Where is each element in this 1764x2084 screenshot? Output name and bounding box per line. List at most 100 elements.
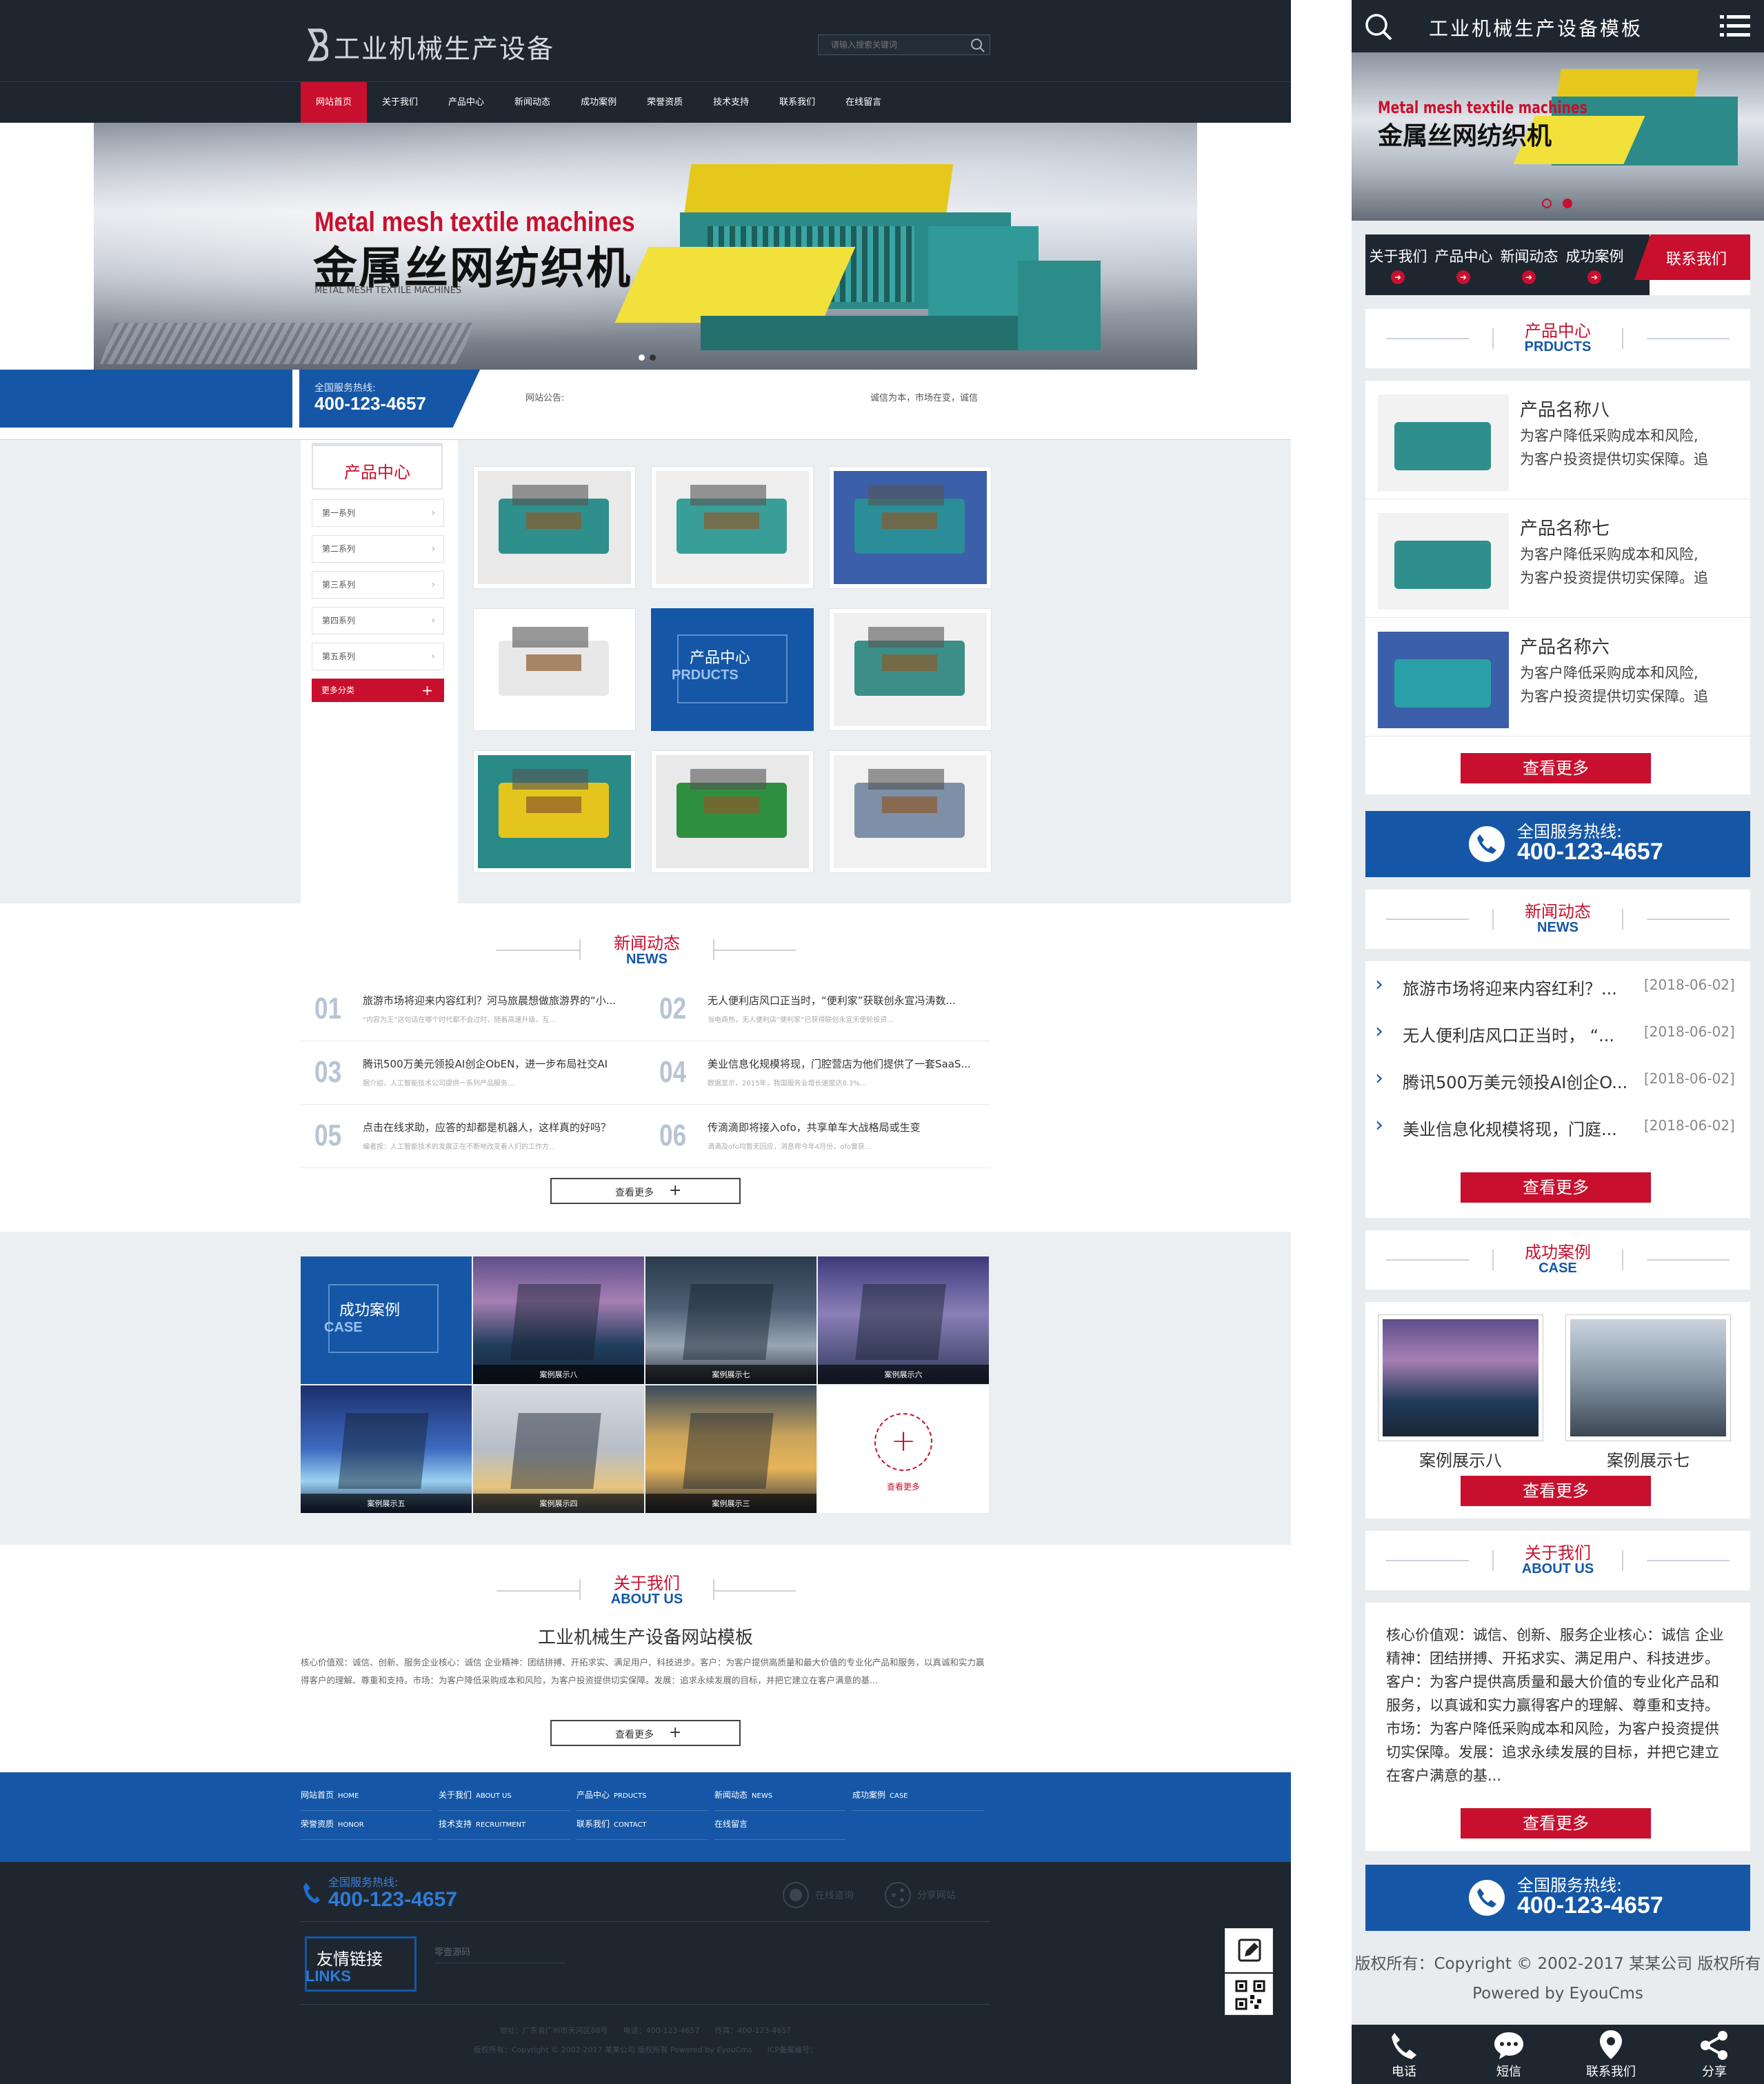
news-item-5[interactable]: 05 点击在线求助，应答的却都是机器人，这样真的好吗？ 编者按：人工智能技术的发展正…	[301, 1105, 645, 1168]
mobile-nav-item-2[interactable]: 新闻动态 ➜	[1496, 234, 1562, 295]
nav-item-8[interactable]: 在线留言	[830, 82, 896, 123]
case-more-tile[interactable]: + 查看更多	[818, 1385, 989, 1513]
mobile-bottom-sms-label[interactable]: 短信	[1467, 2062, 1550, 2080]
online-chat-icon[interactable]	[782, 1881, 810, 1909]
floating-qrcode[interactable]	[1225, 1974, 1273, 2015]
product-thumb-3[interactable]	[829, 466, 992, 589]
mobile-news-more-button[interactable]: 查看更多	[1461, 1172, 1651, 1203]
news-item-3[interactable]: 03 腾讯500万美元领投AI创企ObEN，进一步布局社交AI 据介绍，人工智能技术…	[301, 1041, 645, 1105]
case-item-1[interactable]: 案例展示八	[473, 1256, 644, 1384]
case-item-4[interactable]: 案例展示五	[301, 1385, 472, 1513]
news-title[interactable]: 点击在线求助，应答的却都是机器人，这样真的好吗？	[363, 1120, 639, 1134]
news-title[interactable]: 传滴滴即将接入ofo，共享单车大战格局或生变	[708, 1120, 983, 1134]
share-icon[interactable]	[1699, 2030, 1730, 2061]
mobile-news-item-1[interactable]: › 旅游市场将迎来内容红利？... [2018-06-02]	[1365, 961, 1750, 1008]
news-more-button[interactable]: 查看更多 +	[550, 1178, 741, 1204]
mobile-case-1-label[interactable]: 案例展示八	[1378, 1447, 1543, 1471]
footer-link-6[interactable]: 技术支持 RECRUITMENT	[439, 1818, 570, 1840]
product-center-tile[interactable]: 产品中心 PRDUCTS	[651, 608, 814, 731]
mobile-product-2[interactable]: 产品名称七 为客户降低采购成本和风险, 为客户投资提供切实保障。追	[1365, 499, 1750, 618]
product-thumb-7[interactable]	[473, 750, 636, 873]
more-categories-button[interactable]: 更多分类 +	[312, 679, 444, 702]
product-thumb-2[interactable]	[651, 466, 814, 589]
mobile-news-item-4[interactable]: › 美业信息化规模将现，门庭... [2018-06-02]	[1365, 1102, 1750, 1149]
mobile-contact-button[interactable]: 联系我们	[1634, 234, 1750, 280]
mobile-menu-icon[interactable]	[1720, 14, 1750, 39]
mobile-product-name[interactable]: 产品名称八	[1520, 396, 1610, 421]
mobile-banner-dot-1[interactable]	[1542, 199, 1552, 208]
mobile-nav-item-0[interactable]: 关于我们 ➜	[1365, 234, 1431, 295]
mobile-about-more-button[interactable]: 查看更多	[1461, 1808, 1651, 1838]
case-item-3[interactable]: 案例展示六	[818, 1256, 989, 1384]
category-item-1[interactable]: 第一系列 ›	[312, 499, 444, 527]
product-thumb-6[interactable]	[829, 608, 992, 731]
mobile-bottom-contact-label[interactable]: 联系我们	[1570, 2062, 1652, 2080]
nav-item-0[interactable]: 网站首页	[301, 82, 368, 123]
mobile-product-name[interactable]: 产品名称六	[1520, 633, 1610, 659]
news-item-2[interactable]: 02 无人便利店风口正当时，“便利家”获联创永宣冯涛数... 当电商热，无人便利店“…	[645, 978, 990, 1041]
nav-item-4[interactable]: 成功案例	[565, 82, 632, 123]
mobile-bottom-share-label[interactable]: 分享	[1673, 2062, 1756, 2080]
online-chat-label[interactable]: 在线咨询	[815, 1888, 854, 1902]
footer-link-4[interactable]: 成功案例 CASE	[852, 1789, 983, 1811]
category-item-5[interactable]: 第五系列 ›	[312, 643, 444, 670]
mobile-nav-item-1[interactable]: 产品中心 ➜	[1431, 234, 1496, 295]
sms-icon[interactable]	[1492, 2030, 1525, 2061]
floating-edit-button[interactable]	[1225, 1928, 1273, 1972]
mobile-news-title[interactable]: 腾讯500万美元领投AI创企O...	[1403, 1069, 1637, 1093]
news-title[interactable]: 腾讯500万美元领投AI创企ObEN，进一步布局社交AI	[363, 1056, 639, 1071]
category-item-4[interactable]: 第四系列 ›	[312, 607, 444, 634]
nav-item-6[interactable]: 技术支持	[698, 82, 764, 123]
mobile-news-item-2[interactable]: › 无人便利店风口正当时， “... [2018-06-02]	[1365, 1008, 1750, 1055]
banner-slide[interactable]: Metal mesh textile machines 金属丝网纺织机 META…	[94, 123, 1197, 378]
banner-dot-1[interactable]	[639, 354, 645, 361]
news-item-6[interactable]: 06 传滴滴即将接入ofo，共享单车大战格局或生变 滴滴及ofo均暂无回应，消息称今…	[645, 1105, 990, 1168]
share-label[interactable]: 分享网站	[917, 1888, 956, 1902]
footer-link-7[interactable]: 联系我们 CONTACT	[577, 1818, 708, 1840]
mobile-search-icon[interactable]	[1364, 12, 1393, 41]
product-thumb-4[interactable]	[473, 608, 636, 731]
about-more-button[interactable]: 查看更多 +	[550, 1720, 741, 1746]
footer-link-1[interactable]: 关于我们 ABOUT US	[439, 1789, 570, 1811]
footer-link-3[interactable]: 新闻动态 NEWS	[714, 1789, 845, 1811]
mobile-news-item-3[interactable]: › 腾讯500万美元领投AI创企O... [2018-06-02]	[1365, 1055, 1750, 1102]
news-item-1[interactable]: 01 旅游市场将迎来内容红利？河马旅晨想做旅游界的“小... “内容为王”这句话在哪…	[301, 978, 645, 1041]
friend-link[interactable]: 零壹源码	[434, 1945, 470, 1958]
category-item-3[interactable]: 第三系列 ›	[312, 571, 444, 599]
mobile-nav-item-3[interactable]: 成功案例 ➜	[1562, 234, 1627, 295]
news-title[interactable]: 美业信息化规模将现，门腔营店为他们提供了一套SaaS...	[708, 1056, 983, 1071]
share-icon[interactable]	[884, 1881, 912, 1909]
nav-item-2[interactable]: 产品中心	[433, 82, 499, 123]
mobile-news-title[interactable]: 旅游市场将迎来内容红利？...	[1403, 975, 1637, 999]
case-title-tile[interactable]: 成功案例 CASE	[301, 1256, 472, 1384]
product-thumb-9[interactable]	[829, 750, 992, 873]
nav-item-7[interactable]: 联系我们	[764, 82, 830, 123]
mobile-banner-dot-2[interactable]	[1563, 199, 1572, 208]
banner-dot-2[interactable]	[650, 354, 656, 361]
footer-link-5[interactable]: 荣誉资质 HONOR	[301, 1818, 432, 1840]
mobile-banner[interactable]: Metal mesh textile machines 金属丝网纺织机	[1352, 52, 1764, 221]
case-item-2[interactable]: 案例展示七	[645, 1256, 816, 1384]
case-item-6[interactable]: 案例展示三	[645, 1385, 816, 1513]
nav-item-5[interactable]: 荣誉资质	[632, 82, 698, 123]
mobile-case-2-label[interactable]: 案例展示七	[1565, 1447, 1731, 1471]
footer-link-0[interactable]: 网站首页 HOME	[301, 1789, 432, 1811]
phone-icon[interactable]	[1389, 2030, 1419, 2061]
mobile-product-3[interactable]: 产品名称六 为客户降低采购成本和风险, 为客户投资提供切实保障。追	[1365, 618, 1750, 737]
product-thumb-1[interactable]	[473, 466, 636, 589]
location-icon[interactable]	[1597, 2029, 1625, 2061]
mobile-cases-more-button[interactable]: 查看更多	[1461, 1476, 1651, 1506]
news-item-4[interactable]: 04 美业信息化规模将现，门腔营店为他们提供了一套SaaS... 数据显示，2015…	[645, 1041, 990, 1105]
mobile-hotline[interactable]: 全国服务热线: 400-123-4657	[1365, 811, 1750, 877]
category-item-2[interactable]: 第二系列 ›	[312, 535, 444, 563]
mobile-news-title[interactable]: 美业信息化规模将现，门庭...	[1403, 1116, 1637, 1140]
mobile-product-1[interactable]: 产品名称八 为客户降低采购成本和风险, 为客户投资提供切实保障。追	[1365, 381, 1750, 499]
mobile-product-name[interactable]: 产品名称七	[1520, 514, 1610, 540]
search-icon[interactable]	[970, 38, 985, 53]
news-title[interactable]: 旅游市场将迎来内容红利？河马旅晨想做旅游界的“小...	[363, 993, 639, 1008]
nav-item-3[interactable]: 新闻动态	[499, 82, 565, 123]
news-title[interactable]: 无人便利店风口正当时，“便利家”获联创永宣冯涛数...	[708, 993, 983, 1008]
mobile-products-more-button[interactable]: 查看更多	[1461, 753, 1651, 783]
mobile-case-1[interactable]	[1378, 1314, 1543, 1441]
footer-link-2[interactable]: 产品中心 PRDUCTS	[577, 1789, 708, 1811]
